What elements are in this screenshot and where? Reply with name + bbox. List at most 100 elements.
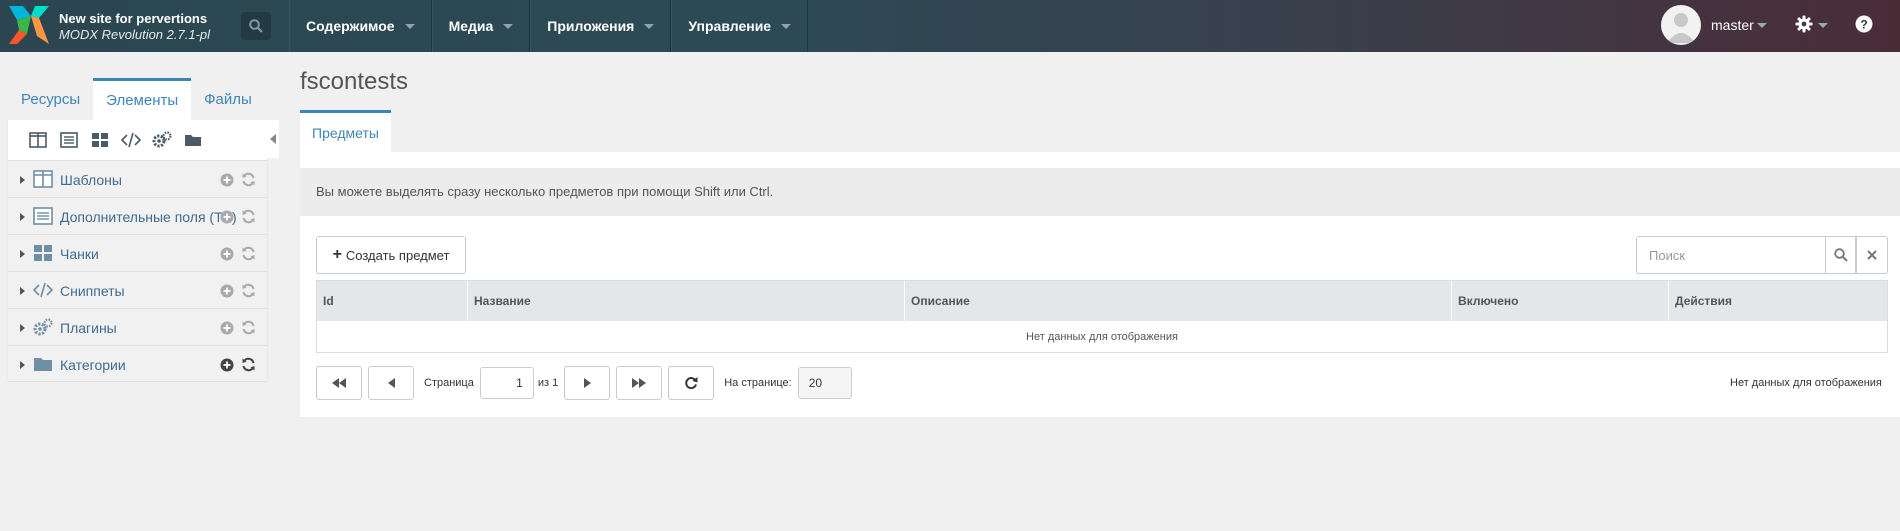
- chevron-down-icon[interactable]: [1757, 23, 1767, 28]
- tree-label: Сниппеты: [60, 283, 125, 299]
- info-text: Вы можете выделять сразу несколько предм…: [316, 184, 774, 199]
- first-page-button[interactable]: [316, 366, 362, 400]
- refresh-button[interactable]: [668, 366, 715, 400]
- tree-node-tvs[interactable]: Дополнительные поля (TV): [8, 197, 267, 234]
- refresh-icon[interactable]: [241, 357, 256, 372]
- tab-elements[interactable]: Элементы: [93, 78, 192, 120]
- search-icon: [1833, 248, 1848, 262]
- column-name[interactable]: Название: [468, 281, 905, 321]
- create-item-button[interactable]: + Создать предмет: [316, 236, 466, 274]
- username[interactable]: master: [1711, 17, 1754, 33]
- chevron-down-icon: [644, 23, 655, 29]
- add-circle-icon[interactable]: [220, 321, 234, 335]
- last-page-button[interactable]: [616, 366, 663, 400]
- pagination: Страница из 1 На странице:: [316, 365, 852, 401]
- add-circle-icon[interactable]: [220, 358, 234, 372]
- new-chunk-icon[interactable]: [90, 130, 110, 150]
- add-circle-icon[interactable]: [220, 173, 234, 187]
- tree-label: Дополнительные поля (TV): [60, 209, 237, 225]
- nav-media[interactable]: Медиа: [431, 0, 531, 52]
- items-grid: Id Название Описание Включено Действия Н…: [316, 280, 1888, 353]
- tree-label: Шаблоны: [60, 172, 122, 188]
- collapse-sidebar-button[interactable]: [267, 120, 279, 158]
- chevron-left-icon: [387, 378, 395, 388]
- tree-node-plugins[interactable]: Плагины: [8, 308, 267, 345]
- nav-content[interactable]: Содержимое: [289, 0, 432, 52]
- per-page-label: На странице:: [724, 377, 792, 389]
- tab-files[interactable]: Файлы: [191, 78, 265, 120]
- column-id[interactable]: Id: [317, 281, 468, 321]
- tree-label: Чанки: [60, 246, 99, 262]
- expand-arrow-icon[interactable]: [20, 176, 25, 184]
- add-circle-icon[interactable]: [220, 247, 234, 261]
- tab-items[interactable]: Предметы: [300, 110, 391, 152]
- new-template-icon[interactable]: [28, 130, 48, 150]
- tree-node-categories[interactable]: Категории: [8, 345, 267, 382]
- new-category-icon[interactable]: [183, 130, 203, 150]
- page-number-input[interactable]: [479, 367, 534, 399]
- column-enabled[interactable]: Включено: [1452, 281, 1669, 321]
- refresh-icon[interactable]: [241, 209, 256, 224]
- page-title: fscontests: [300, 68, 409, 95]
- page-label: Страница: [424, 377, 474, 389]
- double-chevron-right-icon: [632, 378, 647, 388]
- double-chevron-left-icon: [332, 378, 346, 388]
- chevron-right-icon: [583, 378, 591, 388]
- help-icon[interactable]: ?: [1855, 15, 1873, 33]
- clear-search-button[interactable]: [1856, 236, 1888, 274]
- expand-arrow-icon[interactable]: [20, 361, 25, 369]
- add-circle-icon[interactable]: [220, 210, 234, 224]
- expand-arrow-icon[interactable]: [20, 324, 25, 332]
- new-plugin-icon[interactable]: [152, 130, 172, 150]
- info-bar: Вы можете выделять сразу несколько предм…: [300, 168, 1900, 216]
- search-submit-button[interactable]: [1825, 236, 1856, 274]
- chevron-left-icon: [270, 134, 276, 144]
- folder-icon: [34, 358, 52, 371]
- search-button[interactable]: [241, 12, 271, 40]
- column-actions[interactable]: Действия: [1669, 281, 1887, 321]
- next-page-button[interactable]: [564, 366, 611, 400]
- modx-logo[interactable]: [9, 6, 49, 44]
- chunks-icon: [34, 245, 52, 261]
- gear-icon[interactable]: [1795, 15, 1813, 33]
- tree-label: Плагины: [60, 320, 117, 336]
- site-version: MODX Revolution 2.7.1-pl: [59, 27, 211, 42]
- grid-empty-message: Нет данных для отображения: [1026, 331, 1178, 343]
- tree-node-templates[interactable]: Шаблоны: [8, 160, 267, 197]
- tree-node-chunks[interactable]: Чанки: [8, 234, 267, 271]
- expand-arrow-icon[interactable]: [20, 213, 25, 221]
- refresh-icon[interactable]: [241, 283, 256, 298]
- close-icon: [1867, 250, 1877, 260]
- column-description[interactable]: Описание: [905, 281, 1452, 321]
- refresh-icon[interactable]: [241, 320, 256, 335]
- expand-arrow-icon[interactable]: [20, 287, 25, 295]
- site-title[interactable]: New site for pervertions: [59, 11, 207, 26]
- new-tv-icon[interactable]: [59, 130, 79, 150]
- sidebar-tabs: Ресурсы Элементы Файлы: [8, 78, 265, 120]
- top-bar: New site for pervertions MODX Revolution…: [0, 0, 1900, 52]
- expand-arrow-icon[interactable]: [20, 250, 25, 258]
- chevron-down-icon[interactable]: [1818, 23, 1828, 28]
- prev-page-button[interactable]: [368, 366, 414, 400]
- nav-apps[interactable]: Приложения: [530, 0, 672, 52]
- plus-icon: +: [332, 246, 342, 263]
- per-page-input[interactable]: [797, 367, 852, 399]
- nav-manage[interactable]: Управление: [671, 0, 809, 52]
- content-panel: Вы можете выделять сразу несколько предм…: [300, 152, 1900, 417]
- tree-node-snippets[interactable]: Сниппеты: [8, 271, 267, 308]
- refresh-icon[interactable]: [241, 172, 256, 187]
- svg-text:?: ?: [1860, 18, 1867, 32]
- avatar[interactable]: [1661, 5, 1701, 45]
- add-circle-icon[interactable]: [220, 284, 234, 298]
- chevron-down-icon: [781, 23, 792, 29]
- tab-resources[interactable]: Ресурсы: [8, 78, 93, 120]
- user-icon: [1667, 13, 1695, 43]
- elements-tree-panel: Шаблоны Дополнительные поля (TV) Чанки С…: [8, 120, 267, 382]
- chevron-down-icon: [503, 23, 514, 29]
- new-snippet-icon[interactable]: [121, 130, 141, 150]
- plugins-icon: [33, 318, 53, 336]
- pager-status: Нет данных для отображения: [1730, 377, 1882, 389]
- search-input[interactable]: [1636, 236, 1826, 274]
- refresh-icon[interactable]: [241, 246, 256, 261]
- tree-label: Категории: [60, 357, 126, 373]
